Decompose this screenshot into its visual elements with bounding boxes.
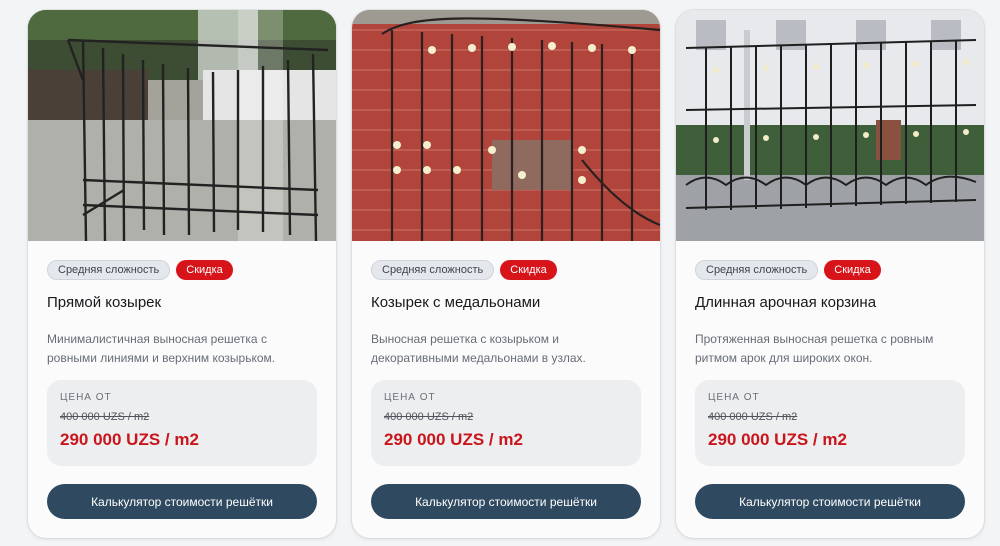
new-price: 290 000 UZS / m2 [384,430,523,449]
product-description: Минималистичная выносная решетка с ровны… [47,332,276,365]
difficulty-badge: Средняя сложность [371,260,495,280]
new-price: 290 000 UZS / m2 [60,430,199,449]
old-price: 400 000 UZS / m2 [60,411,150,423]
price-calculator-button[interactable]: Калькулятор стоимости решётки [371,484,641,519]
price-calculator-button[interactable]: Калькулятор стоимости решётки [695,484,965,519]
sale-badge: Скидка [500,260,557,280]
sale-badge: Скидка [176,260,233,280]
product-image[interactable] [28,10,336,241]
product-title[interactable]: Козырек с медальонами [371,294,540,311]
product-image[interactable] [352,10,660,241]
price-label: ЦЕНА ОТ [60,392,112,403]
price-label: ЦЕНА ОТ [384,392,436,403]
price-box: ЦЕНА ОТ 400 000 UZS / m2 290 000 UZS / m… [371,380,641,466]
product-tags: Средняя сложность Скидка [371,260,557,280]
price-calculator-button[interactable]: Калькулятор стоимости решётки [47,484,317,519]
product-card: Средняя сложность Скидка Прямой козырек … [28,10,336,538]
sale-badge: Скидка [824,260,881,280]
price-box: ЦЕНА ОТ 400 000 UZS / m2 290 000 UZS / m… [695,380,965,466]
product-title[interactable]: Длинная арочная корзина [695,294,876,311]
difficulty-badge: Средняя сложность [47,260,171,280]
product-description: Протяженная выносная решетка с ровным ри… [695,332,934,365]
old-price: 400 000 UZS / m2 [384,411,474,423]
price-label: ЦЕНА ОТ [708,392,760,403]
product-card: Средняя сложность Скидка Козырек с медал… [352,10,660,538]
product-tags: Средняя сложность Скидка [47,260,233,280]
product-image[interactable] [676,10,984,241]
difficulty-badge: Средняя сложность [695,260,819,280]
price-box: ЦЕНА ОТ 400 000 UZS / m2 290 000 UZS / m… [47,380,317,466]
product-title[interactable]: Прямой козырек [47,294,161,311]
new-price: 290 000 UZS / m2 [708,430,847,449]
product-card: Средняя сложность Скидка Длинная арочная… [676,10,984,538]
product-tags: Средняя сложность Скидка [695,260,881,280]
old-price: 400 000 UZS / m2 [708,411,798,423]
product-description: Выносная решетка с козырьком и декоратив… [371,332,586,365]
